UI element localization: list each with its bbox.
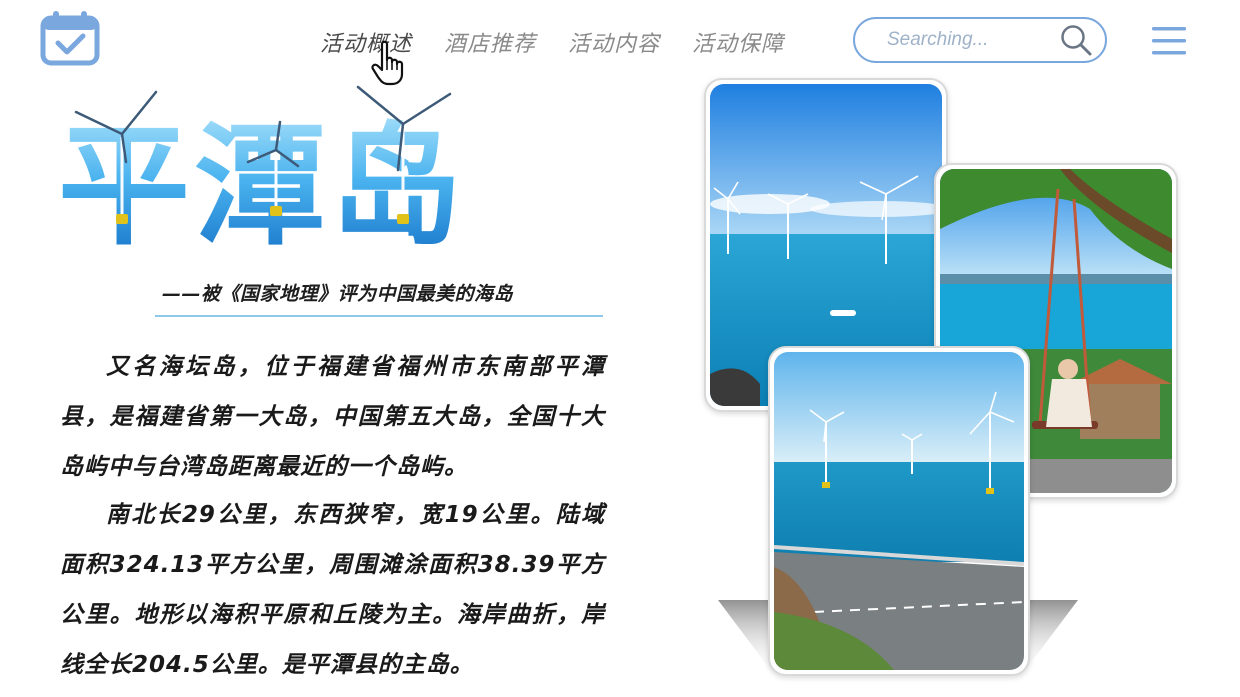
- search-input[interactable]: [885, 28, 1059, 52]
- nav-item-hotels[interactable]: 酒店推荐: [444, 26, 536, 58]
- photo-coastal-road[interactable]: [768, 346, 1030, 676]
- hamburger-menu-icon[interactable]: [1152, 24, 1186, 58]
- intro-text-1: 又名海坛岛，位于福建省福州市东南部平潭县，是福建省第一大岛，中国第五大岛，全国十…: [60, 354, 605, 480]
- intro-paragraph-2: 南北长29公里，东西狭窄，宽19公里。陆域面积324.13平方公里，周围滩涂面积…: [60, 490, 605, 690]
- calendar-check-icon[interactable]: [40, 10, 100, 66]
- nav-item-activities[interactable]: 活动内容: [568, 26, 660, 58]
- divider: [155, 315, 603, 317]
- hand-pointer-icon: [370, 40, 410, 86]
- hero-subtitle: ——被《国家地理》评为中国最美的海岛: [162, 283, 514, 305]
- search-icon[interactable]: [1059, 23, 1093, 57]
- hero-title: 平潭岛: [58, 82, 478, 252]
- intro-paragraph-1: 又名海坛岛，位于福建省福州市东南部平潭县，是福建省第一大岛，中国第五大岛，全国十…: [60, 342, 605, 492]
- nav-item-guarantee[interactable]: 活动保障: [692, 26, 784, 58]
- search-box: [853, 17, 1107, 63]
- intro-text-2: 南北长29公里，东西狭窄，宽19公里。陆域面积324.13平方公里，周围滩涂面积…: [60, 502, 605, 678]
